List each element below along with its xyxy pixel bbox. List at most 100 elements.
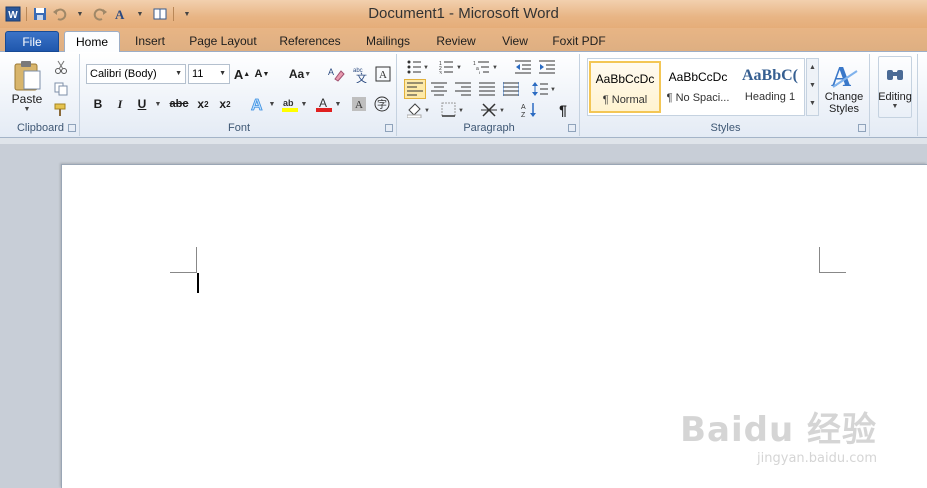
font-size-combo[interactable]: 11 ▼ [188,64,230,84]
text-effects-dropdown-icon[interactable]: ▼ [268,94,276,114]
style-heading-1[interactable]: AaBbC( Heading 1 [734,61,806,113]
style-normal-name: ¶ Normal [602,94,648,106]
tab-foxit-pdf[interactable]: Foxit PDF [546,31,612,52]
svg-text:Z: Z [521,112,526,118]
sort-icon[interactable]: AZ [519,100,541,120]
align-left-icon [407,82,423,96]
font-size-value: 11 [192,68,204,80]
strikethrough-button[interactable]: abc [168,94,190,114]
font-color-dropdown-icon[interactable]: ▼ [334,94,342,114]
line-spacing-icon[interactable]: ▼ [531,79,557,99]
style-normal[interactable]: AaBbCcDc ¶ Normal [589,61,661,113]
font-name-dropdown-icon[interactable]: ▼ [175,65,182,83]
grow-font-icon[interactable]: A ▲ [233,64,251,84]
underline-button[interactable]: U [134,94,150,114]
character-shading-icon[interactable]: A [350,94,368,114]
styles-dialog-launcher[interactable] [858,124,866,132]
align-left-button[interactable] [404,79,426,99]
gallery-up-icon[interactable]: ▲ [807,59,818,77]
highlight-color-icon[interactable]: ab [280,94,300,114]
change-styles-button[interactable]: A Change Styles [821,56,867,120]
gallery-down-icon[interactable]: ▼ [807,77,818,95]
clipboard-dialog-launcher[interactable] [68,124,76,132]
svg-text:A: A [355,99,363,111]
decrease-indent-icon[interactable] [513,58,533,76]
tab-references[interactable]: References [272,31,348,52]
window-title: Document1 - Microsoft Word [368,5,559,22]
svg-text:▼: ▼ [550,87,556,93]
change-case-button[interactable]: Aa ▼ [286,64,314,84]
font-group-label: Font [227,122,250,134]
watermark: Baidu 经验 jingyan.baidu.com [680,402,877,466]
styles-gallery-scroll[interactable]: ▲ ▼ ▼ [806,58,819,116]
gallery-more-icon[interactable]: ▼ [807,95,818,113]
svg-text:A: A [328,67,334,77]
font-name-combo[interactable]: Calibri (Body) ▼ [86,64,186,84]
shrink-font-icon[interactable]: A ▼ [253,64,271,84]
align-right-icon[interactable] [452,79,474,99]
ribbon-tabs: File Home Insert Page Layout References … [0,28,927,53]
phonetic-guide-icon[interactable]: abc 文 [350,64,370,84]
tab-review[interactable]: Review [428,31,484,52]
style-no-spacing[interactable]: AaBbCcDc ¶ No Spaci... [662,61,734,113]
svg-text:3: 3 [439,71,442,74]
superscript-button[interactable]: x2 [216,94,234,114]
tab-home[interactable]: Home [64,31,120,53]
crop-mark-top-left-v [196,247,197,273]
font-color-icon[interactable]: A [314,94,334,114]
editing-button[interactable]: Editing ▼ [878,56,912,118]
ribbon: Paste ▼ Clipboard Calibri (Body) ▼ 11 ▼ … [0,52,927,138]
svg-text:▼: ▼ [423,65,429,71]
justify-icon[interactable] [476,79,498,99]
change-case-dropdown-icon: ▼ [304,70,312,78]
character-border-icon[interactable]: A [374,64,392,84]
italic-button[interactable]: I [112,94,128,114]
svg-text:▼: ▼ [456,65,462,71]
paragraph-group-label: Paragraph [463,122,515,134]
font-dialog-launcher[interactable] [385,124,393,132]
svg-text:A: A [319,96,327,110]
tab-view[interactable]: View [493,31,537,52]
copy-icon[interactable] [52,80,70,98]
style-normal-sample: AaBbCcDc [595,72,655,86]
numbering-icon[interactable]: 1 2 3 ▼ [437,58,465,76]
styles-group-label: Styles [710,122,741,134]
enclose-characters-icon[interactable]: 字 [373,94,391,114]
svg-text:ab: ab [283,98,294,108]
svg-text:i: i [479,71,480,74]
align-center-icon[interactable] [428,79,450,99]
distributed-icon[interactable] [500,79,522,99]
tab-insert[interactable]: Insert [126,31,174,52]
tab-page-layout[interactable]: Page Layout [183,31,263,52]
svg-text:▼: ▼ [458,108,464,114]
watermark-url: jingyan.baidu.com [757,451,877,466]
paragraph-dialog-launcher[interactable] [568,124,576,132]
editing-group: Editing ▼ [872,54,918,136]
style-no-spacing-name: ¶ No Spaci... [666,92,730,104]
show-hide-marks-icon[interactable]: ¶ [553,100,573,120]
svg-text:字: 字 [377,98,387,111]
multilevel-list-icon[interactable]: 1 a i ▼ [471,58,501,76]
shading-icon[interactable]: ▼ [405,100,433,120]
text-effects-icon[interactable]: A [248,94,268,114]
subscript-button[interactable]: x2 [194,94,212,114]
styles-gallery: AaBbCcDc ¶ Normal AaBbCcDc ¶ No Spaci...… [587,58,805,116]
font-size-dropdown-icon[interactable]: ▼ [219,65,226,83]
asian-layout-icon[interactable]: ▼ [479,100,507,120]
cut-icon[interactable] [52,58,70,76]
paste-dropdown-icon[interactable]: ▼ [24,106,31,113]
format-painter-icon[interactable] [52,101,70,119]
underline-dropdown-icon[interactable]: ▼ [153,94,163,114]
clear-formatting-icon[interactable]: A [326,64,346,84]
highlight-dropdown-icon[interactable]: ▼ [300,94,308,114]
bold-button[interactable]: B [90,94,106,114]
svg-text:▼: ▼ [492,65,498,71]
bullets-icon[interactable]: ▼ [405,58,431,76]
paste-button[interactable]: Paste ▼ [8,56,46,116]
font-name-value: Calibri (Body) [90,68,157,80]
borders-icon[interactable]: ▼ [439,100,467,120]
paste-label: Paste [11,91,43,106]
tab-mailings[interactable]: Mailings [357,31,419,52]
increase-indent-icon[interactable] [537,58,557,76]
tab-file[interactable]: File [5,31,59,52]
